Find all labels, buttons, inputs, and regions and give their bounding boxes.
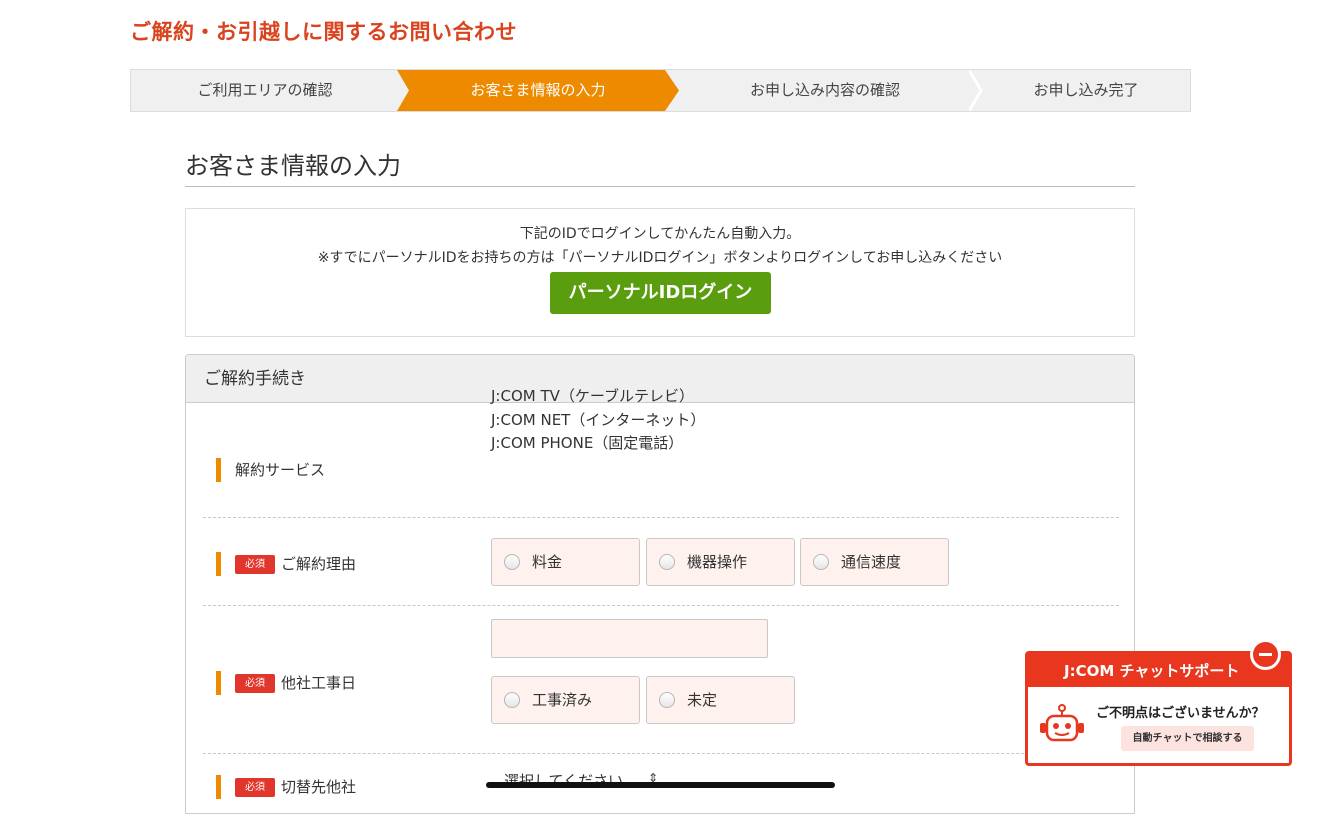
service-value: J:COM PHONE（固定電話） <box>491 434 684 452</box>
chat-support-widget[interactable]: J:COM チャットサポート ご不明点はございませんか？ 自動チャットで相談する <box>1025 639 1292 766</box>
login-box: 下記のIDでログインしてかんたん自動入力。 ※すでにパーソナルIDをお持ちの方は… <box>185 208 1135 337</box>
login-note: ※すでにパーソナルIDをお持ちの方は「パーソナルIDログイン」ボタンよりログイン… <box>317 250 1003 266</box>
required-badge: 必須 <box>235 778 275 797</box>
step-confirm: お申し込み内容の確認 <box>679 70 971 111</box>
construction-option-done[interactable]: 工事済み <box>491 676 640 724</box>
option-label: 料金 <box>532 553 563 571</box>
login-description: 下記のIDでログインしてかんたん自動入力。 <box>519 226 801 242</box>
service-label-text: 解約サービス <box>235 461 326 479</box>
robot-icon <box>1040 704 1084 742</box>
switch-carrier-label: 必須 切替先他社 <box>216 775 356 799</box>
option-label: 通信速度 <box>841 553 902 571</box>
page-heading: ご解約・お引越しに関するお問い合わせ <box>130 20 517 44</box>
required-badge: 必須 <box>235 674 275 693</box>
service-label: 解約サービス <box>216 458 325 482</box>
construction-date-label-text: 他社工事日 <box>281 674 357 692</box>
home-indicator <box>486 782 835 788</box>
reason-label: 必須 ご解約理由 <box>216 552 356 576</box>
option-label: 工事済み <box>532 691 593 709</box>
option-label: 未定 <box>687 691 718 709</box>
reason-label-text: ご解約理由 <box>281 555 357 573</box>
row-divider <box>203 753 1119 754</box>
radio-icon <box>813 554 829 570</box>
radio-icon <box>659 692 675 708</box>
step-label: お申し込み内容の確認 <box>749 81 900 99</box>
step-label: お客さま情報の入力 <box>470 81 606 99</box>
construction-option-undecided[interactable]: 未定 <box>646 676 795 724</box>
chat-question: ご不明点はございませんか？ <box>1096 706 1265 721</box>
radio-icon <box>504 554 520 570</box>
reason-option-speed[interactable]: 通信速度 <box>800 538 949 586</box>
step-label: ご利用エリアの確認 <box>197 81 333 99</box>
cancellation-panel: ご解約手続き 解約サービス J:COM TV（ケーブルテレビ） J:COM NE… <box>185 354 1135 814</box>
service-value: J:COM TV（ケーブルテレビ） <box>491 387 694 405</box>
service-values: J:COM TV（ケーブルテレビ） J:COM NET（インターネット） J:C… <box>491 385 705 456</box>
section-divider <box>185 186 1135 187</box>
step-label: お申し込み完了 <box>1033 81 1139 99</box>
progress-steps: ご利用エリアの確認 お客さま情報の入力 お申し込み内容の確認 お申し込み完了 <box>130 69 1191 112</box>
service-value: J:COM NET（インターネット） <box>491 410 706 429</box>
radio-icon <box>659 554 675 570</box>
start-auto-chat-button[interactable]: 自動チャットで相談する <box>1121 726 1254 751</box>
personal-id-login-button[interactable]: パーソナルIDログイン <box>550 272 771 314</box>
construction-date-label: 必須 他社工事日 <box>216 671 356 695</box>
row-divider <box>203 605 1119 606</box>
step-customer-info: お客さま情報の入力 <box>397 70 679 111</box>
reason-option-device[interactable]: 機器操作 <box>646 538 795 586</box>
option-label: 機器操作 <box>687 553 748 571</box>
construction-date-input[interactable] <box>491 619 768 658</box>
radio-icon <box>504 692 520 708</box>
required-badge: 必須 <box>235 555 275 574</box>
minus-circle-icon[interactable] <box>1250 639 1281 670</box>
step-area-check: ご利用エリアの確認 <box>131 70 399 111</box>
step-complete: お申し込み完了 <box>981 70 1191 111</box>
switch-carrier-label-text: 切替先他社 <box>281 778 357 796</box>
row-divider <box>203 517 1119 518</box>
section-title: お客さま情報の入力 <box>185 152 401 180</box>
reason-option-fee[interactable]: 料金 <box>491 538 640 586</box>
